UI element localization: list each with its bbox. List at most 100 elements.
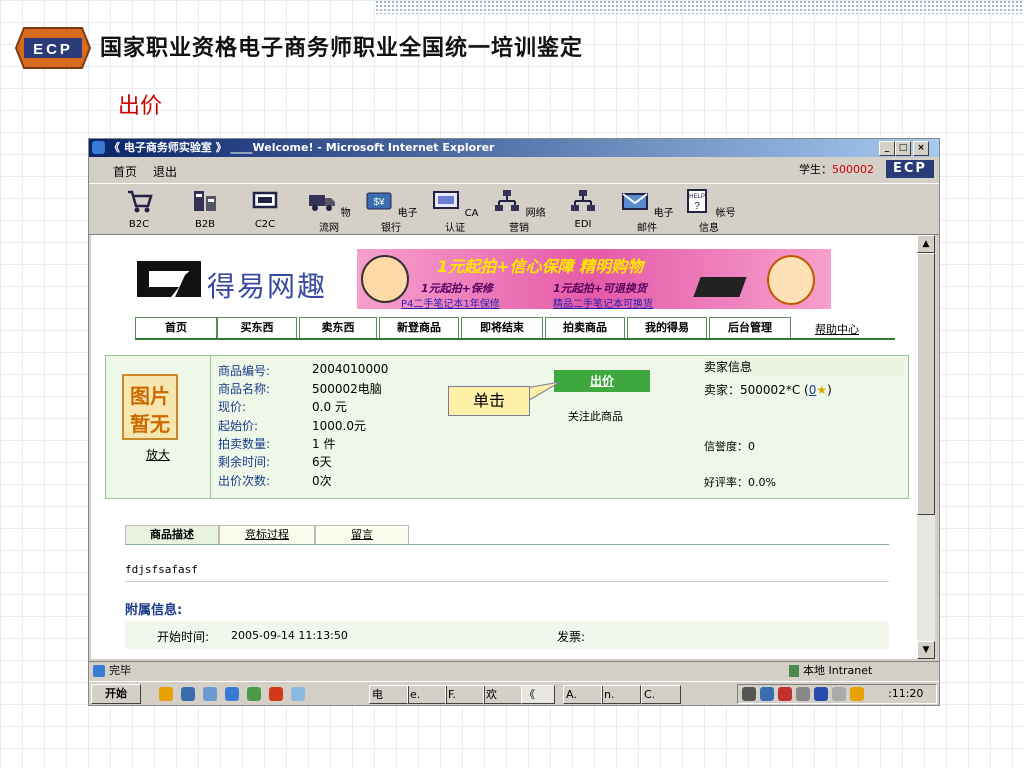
scroll-down-arrow-icon[interactable]: ▼ — [917, 641, 935, 659]
slide-subtitle: 出价 — [118, 94, 163, 119]
toolbar-ca[interactable]: CA认证 — [431, 188, 479, 234]
start-time-row: 开始时间: 2005-09-14 11:13:50 发票: — [125, 621, 889, 649]
minimize-button[interactable]: _ — [879, 141, 895, 156]
toolbar-account[interactable]: HELP? 帐号信息 — [681, 188, 737, 234]
quicklaunch-icon[interactable] — [159, 687, 173, 701]
window-titlebar[interactable]: 《 电子商务师实验室 》 ____Welcome! - Microsoft In… — [89, 139, 939, 157]
field-label: 剩余时间: — [218, 455, 271, 469]
tray-icon[interactable] — [814, 687, 828, 701]
maximize-button[interactable]: □ — [895, 141, 911, 156]
toolbar-email[interactable]: 电子邮件 — [619, 188, 675, 234]
taskbar-item[interactable]: A. — [563, 685, 603, 704]
svg-text:$¥: $¥ — [374, 197, 386, 208]
taskbar-item[interactable]: n. — [601, 685, 641, 704]
field-value: 0.0 元 — [312, 400, 347, 414]
image-placeholder: 图片 暂无 — [122, 374, 178, 440]
help-center-link[interactable]: 帮助中心 — [815, 321, 859, 337]
svg-text:HELP: HELP — [690, 194, 706, 200]
banner-headline: 1元起拍+信心保障 精明购物 — [437, 257, 644, 276]
site-logo-text: 得易网趣 — [207, 270, 328, 303]
scroll-thumb[interactable] — [917, 253, 935, 515]
student-id: 500002 — [832, 163, 874, 176]
invoice-label: 发票: — [557, 630, 586, 644]
nav-auction-items[interactable]: 拍卖商品 — [545, 317, 625, 338]
callout-pointer — [526, 382, 560, 403]
tab-bid-history[interactable]: 竞标过程 — [219, 525, 315, 544]
nav-sell[interactable]: 卖东西 — [299, 317, 377, 338]
nav-home[interactable]: 首页 — [135, 317, 217, 338]
cartoon-girl-image — [767, 255, 815, 305]
quicklaunch-icon[interactable] — [203, 687, 217, 701]
tabs-divider — [125, 544, 889, 545]
site-logo-mark — [137, 261, 201, 297]
field-value: 6天 — [312, 455, 332, 469]
toolbar-b2b[interactable]: B2B — [185, 188, 225, 230]
tray-icon[interactable] — [832, 687, 846, 701]
close-button[interactable]: × — [913, 141, 929, 156]
tray-icon[interactable] — [778, 687, 792, 701]
tray-icon[interactable] — [796, 687, 810, 701]
start-button[interactable]: 开始 — [91, 684, 141, 704]
vertical-scrollbar[interactable]: ▲ ▼ — [917, 235, 935, 659]
svg-text:?: ? — [695, 201, 701, 212]
seller-name[interactable]: 500002*C — [740, 383, 800, 397]
network-tray-icon[interactable] — [760, 687, 774, 701]
start-time-label: 开始时间: — [157, 630, 210, 644]
toolbar-label: EDI — [574, 219, 592, 230]
promo-banner[interactable]: 1元起拍+信心保障 精明购物 1元起拍+保修 P4二手笔记本1年保修 1元起拍+… — [357, 249, 831, 310]
taskbar-item[interactable]: e. — [407, 685, 447, 704]
seller-rating: 好评率：0.0% — [704, 476, 776, 489]
field-label: 出价次数: — [218, 474, 271, 488]
tray-icon[interactable] — [850, 687, 864, 701]
toolbar-edi[interactable]: EDI — [563, 188, 603, 230]
taskbar-item[interactable]: C. — [641, 685, 681, 704]
nav-buy[interactable]: 买东西 — [217, 317, 297, 338]
image-placeholder-text: 暂无 — [130, 412, 170, 436]
panel-divider — [210, 356, 211, 498]
module-toolbar: B2C B2B C2C 物流网 $¥ 电子银行 CA认证 网络营销 EDI 电子… — [89, 183, 939, 235]
taskbar-item-active[interactable]: 《 — [521, 685, 555, 704]
tab-description[interactable]: 商品描述 — [125, 525, 219, 544]
toolbar-c2c[interactable]: C2C — [245, 188, 285, 230]
site-logo[interactable]: 得易网趣 — [135, 255, 335, 303]
tab-messages[interactable]: 留言 — [315, 525, 409, 544]
volume-icon[interactable] — [742, 687, 756, 701]
quicklaunch-icon[interactable] — [291, 687, 305, 701]
student-info: 学生：500002 — [799, 161, 874, 177]
help-book-icon: HELP? — [687, 189, 708, 213]
quicklaunch-icon[interactable] — [269, 687, 283, 701]
taskbar-item[interactable]: F. — [445, 685, 485, 704]
toolbar-bank[interactable]: $¥ 电子银行 — [363, 188, 419, 234]
certificate-icon — [433, 191, 460, 209]
network-icon — [495, 190, 520, 211]
ie-page-icon — [93, 665, 105, 677]
bid-button[interactable]: 出价 — [554, 370, 650, 392]
status-text: 完毕 — [109, 664, 131, 677]
follow-item-link[interactable]: 关注此商品 — [568, 408, 623, 424]
nav-admin[interactable]: 后台管理 — [709, 317, 791, 338]
product-description: fdjsfsafasf — [125, 563, 198, 576]
menu-home[interactable]: 首页 — [113, 163, 137, 180]
toolbar-logistics[interactable]: 物流网 — [307, 188, 351, 234]
quicklaunch-icon[interactable] — [181, 687, 195, 701]
clock: :11:20 — [888, 687, 924, 700]
enlarge-link[interactable]: 放大 — [146, 446, 170, 463]
window-title: 《 电子商务师实验室 》 ____Welcome! - Microsoft In… — [109, 141, 495, 154]
attach-heading: 附属信息: — [125, 603, 183, 618]
nav-my-account[interactable]: 我的得易 — [627, 317, 707, 338]
ie-icon[interactable] — [225, 687, 239, 701]
banner-link-a[interactable]: P4二手笔记本1年保修 — [401, 295, 500, 310]
banner-link-b[interactable]: 精品二手笔记本可换货 — [553, 295, 653, 310]
scroll-up-arrow-icon[interactable]: ▲ — [917, 235, 935, 253]
nav-new-items[interactable]: 新登商品 — [379, 317, 459, 338]
menu-logout[interactable]: 退出 — [153, 163, 177, 180]
taskbar-item[interactable]: 欢 — [483, 685, 523, 704]
browser-window: 《 电子商务师实验室 》 ____Welcome! - Microsoft In… — [88, 138, 940, 706]
toolbar-marketing[interactable]: 网络营销 — [489, 188, 549, 234]
toolbar-b2c[interactable]: B2C — [119, 188, 159, 230]
quicklaunch-icon[interactable] — [247, 687, 261, 701]
taskbar-item[interactable]: 电 — [369, 685, 409, 704]
section-divider — [125, 581, 889, 582]
nav-ending-soon[interactable]: 即将结束 — [461, 317, 543, 338]
shopping-cart-icon — [128, 190, 153, 213]
